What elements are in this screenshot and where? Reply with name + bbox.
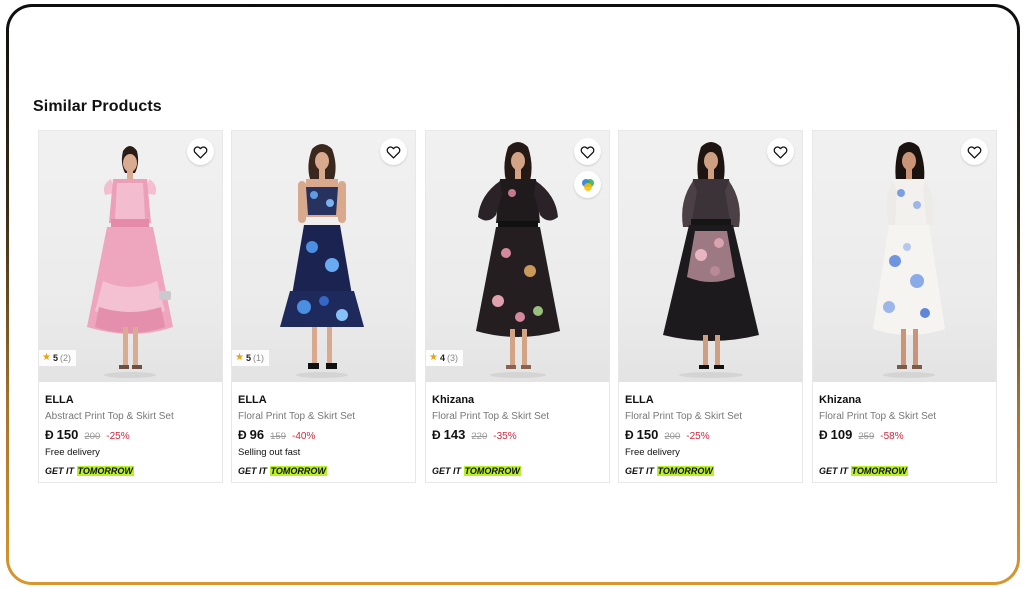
product-image[interactable] [813, 131, 996, 382]
product-price: Đ 150 [625, 427, 659, 442]
discount-label: -35% [493, 431, 517, 442]
delivery-highlight: TOMORROW [656, 466, 714, 476]
price-row: Đ 150 200 -25% [625, 427, 796, 445]
product-note: Free delivery [45, 447, 100, 458]
wishlist-button[interactable] [767, 138, 794, 165]
heart-icon [580, 145, 595, 159]
wishlist-button[interactable] [380, 138, 407, 165]
price-row: Đ 150 200 -25% [45, 427, 216, 445]
product-image[interactable]: ★ 5 (1) [232, 131, 415, 382]
delivery-promise: GET IT TOMORROW [238, 466, 327, 476]
currency-symbol: Đ [625, 428, 634, 442]
delivery-promise: GET IT TOMORROW [625, 466, 714, 476]
product-note [432, 447, 603, 459]
heart-icon [193, 145, 208, 159]
discount-label: -58% [880, 431, 904, 442]
wishlist-button[interactable] [574, 138, 601, 165]
product-info: ELLA Floral Print Top & Skirt Set Đ 96 15… [238, 393, 409, 459]
product-card[interactable]: ELLA Floral Print Top & Skirt Set Đ 150 2… [618, 130, 803, 483]
price-row: Đ 96 159 -40% [238, 427, 409, 445]
delivery-promise: GET IT TOMORROW [432, 466, 521, 476]
product-price: Đ 109 [819, 427, 853, 442]
product-info: Khizana Floral Print Top & Skirt Set Đ 10… [819, 393, 990, 459]
delivery-promise: GET IT TOMORROW [45, 466, 134, 476]
rating-count: (1) [252, 353, 264, 363]
delivery-highlight: TOMORROW [850, 466, 908, 476]
discount-label: -25% [686, 431, 710, 442]
rating-badge: ★ 5 (2) [39, 350, 76, 366]
heart-icon [773, 145, 788, 159]
product-carousel: ★ 5 (2) ELLA Abstract Print Top & Skirt … [38, 130, 998, 484]
currency-symbol: Đ [432, 428, 441, 442]
discount-label: -25% [106, 431, 130, 442]
discount-label: -40% [292, 431, 316, 442]
old-price: 220 [471, 431, 488, 442]
rating-count: (3) [446, 353, 458, 363]
delivery-highlight: TOMORROW [76, 466, 134, 476]
product-image[interactable]: ★ 4 (3) [426, 131, 609, 382]
delivery-promise: GET IT TOMORROW [819, 466, 908, 476]
star-icon: ★ [42, 352, 51, 363]
old-price: 159 [270, 431, 286, 442]
star-icon: ★ [429, 352, 438, 363]
currency-symbol: Đ [45, 428, 54, 442]
product-info: ELLA Abstract Print Top & Skirt Set Đ 150… [45, 393, 216, 459]
product-price: Đ 150 [45, 427, 79, 442]
product-name: Floral Print Top & Skirt Set [238, 411, 356, 422]
product-name: Floral Print Top & Skirt Set [819, 411, 937, 422]
product-brand: ELLA [238, 394, 267, 406]
screenshot-frame: Similar Products ★ 5 (2) ELLA Abstract P… [6, 4, 1020, 585]
product-info: ELLA Floral Print Top & Skirt Set Đ 150 2… [625, 393, 796, 459]
visual-search-button[interactable] [574, 171, 601, 198]
rating-value: 5 [245, 353, 251, 363]
old-price: 200 [84, 431, 101, 442]
product-image[interactable]: ★ 5 (2) [39, 131, 222, 382]
currency-symbol: Đ [238, 428, 247, 442]
rating-value: 4 [439, 353, 445, 363]
product-price: Đ 143 [432, 427, 466, 442]
delivery-highlight: TOMORROW [269, 466, 327, 476]
product-brand: ELLA [45, 394, 74, 406]
rating-badge: ★ 4 (3) [426, 350, 463, 366]
product-card[interactable]: ★ 5 (1) ELLA Floral Print Top & Skirt Se… [231, 130, 416, 483]
rating-value: 5 [52, 353, 58, 363]
wishlist-button[interactable] [961, 138, 988, 165]
product-brand: ELLA [625, 394, 654, 406]
rating-count: (2) [59, 353, 71, 363]
visual-search-icon [581, 178, 594, 191]
section-title: Similar Products [33, 98, 162, 115]
currency-symbol: Đ [819, 428, 828, 442]
star-icon: ★ [235, 352, 244, 363]
product-card[interactable]: ★ 4 (3) Khizana Floral Print Top & Skirt… [425, 130, 610, 483]
page-content: Similar Products ★ 5 (2) ELLA Abstract P… [9, 7, 1017, 582]
product-card[interactable]: ★ 5 (2) ELLA Abstract Print Top & Skirt … [38, 130, 223, 483]
product-brand: Khizana [432, 394, 475, 406]
product-note: Free delivery [625, 447, 680, 458]
wishlist-button[interactable] [187, 138, 214, 165]
product-name: Floral Print Top & Skirt Set [625, 411, 743, 422]
product-price: Đ 96 [238, 427, 265, 442]
old-price: 259 [858, 431, 875, 442]
heart-icon [967, 145, 982, 159]
price-row: Đ 143 220 -35% [432, 427, 603, 445]
price-row: Đ 109 259 -58% [819, 427, 990, 445]
product-info: Khizana Floral Print Top & Skirt Set Đ 14… [432, 393, 603, 459]
product-brand: Khizana [819, 394, 862, 406]
rating-badge: ★ 5 (1) [232, 350, 269, 366]
product-name: Abstract Print Top & Skirt Set [45, 411, 174, 422]
product-image[interactable] [619, 131, 802, 382]
product-note: Selling out fast [238, 447, 301, 458]
product-note [819, 447, 990, 459]
product-name: Floral Print Top & Skirt Set [432, 411, 550, 422]
product-card[interactable]: Khizana Floral Print Top & Skirt Set Đ 10… [812, 130, 997, 483]
delivery-highlight: TOMORROW [463, 466, 521, 476]
heart-icon [386, 145, 401, 159]
old-price: 200 [664, 431, 681, 442]
